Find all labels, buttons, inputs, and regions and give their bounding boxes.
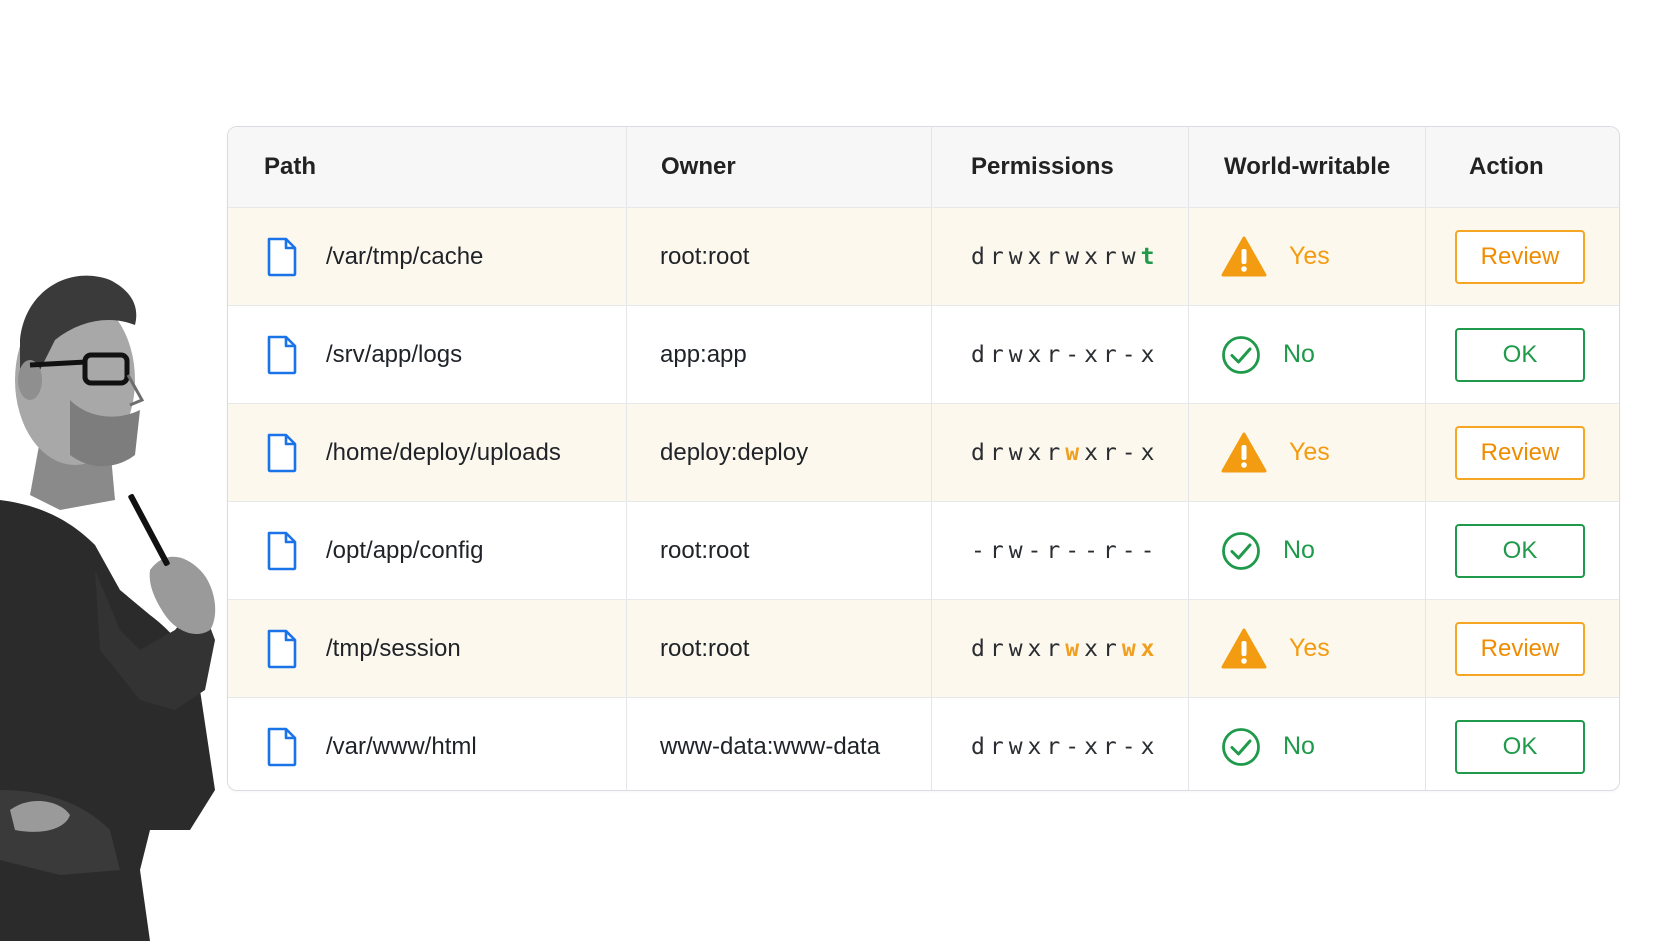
file-icon: [267, 433, 297, 472]
permission-segment: xr: [1084, 635, 1122, 662]
action-cell: OK: [1426, 502, 1619, 599]
thinking-person-illustration: [0, 275, 216, 941]
file-icon: [267, 531, 297, 570]
warning-icon: [1221, 236, 1267, 276]
world-writable-status: No: [1283, 732, 1315, 760]
permission-segment: -rw-r--r--: [971, 537, 1160, 564]
check-circle-icon: [1222, 335, 1260, 374]
file-icon: [267, 629, 297, 668]
file-icon: [267, 237, 297, 276]
owner-cell: root:root: [627, 502, 932, 599]
permission-segment: drwxrwxrw: [971, 243, 1141, 270]
review-button[interactable]: Review: [1455, 425, 1585, 480]
table-body: /var/tmp/cache root:root drwxrwxrw t Yes Revi…: [228, 208, 1619, 790]
ok-button[interactable]: OK: [1455, 327, 1585, 382]
owner-cell: deploy:deploy: [627, 404, 932, 501]
owner-cell: www-data:www-data: [627, 698, 932, 790]
permission-segment: xr-x: [1084, 439, 1160, 466]
warning-icon: [1221, 432, 1267, 472]
header-owner: Owner: [627, 127, 932, 207]
world-writable-cell: Yes: [1189, 208, 1426, 305]
world-writable-cell: No: [1189, 502, 1426, 599]
permissions-cell: -rw-r--r--: [932, 502, 1189, 599]
header-world-writable: World-writable: [1189, 127, 1426, 207]
action-cell: OK: [1426, 698, 1619, 790]
path-cell: /home/deploy/uploads: [228, 404, 627, 501]
header-action: Action: [1469, 153, 1544, 180]
world-writable-cell: No: [1189, 306, 1426, 403]
action-cell: OK: [1426, 306, 1619, 403]
path-text: /home/deploy/uploads: [326, 438, 561, 466]
table-row: /opt/app/config root:root -rw-r--r-- No OK: [228, 502, 1619, 600]
permissions-cell: drwxrwxrw t: [932, 208, 1189, 305]
table-row: /tmp/session root:root drwxr w xr wx Yes Review: [228, 600, 1619, 698]
permission-segment: drwxr: [971, 635, 1066, 662]
permission-segment: wx: [1121, 635, 1160, 662]
path-text: /var/tmp/cache: [326, 242, 484, 270]
world-writable-status: Yes: [1289, 634, 1330, 662]
review-button[interactable]: Review: [1455, 621, 1585, 676]
table-header: Path Owner Permissions World-writable Ac…: [228, 127, 1619, 208]
path-text: /opt/app/config: [326, 536, 484, 564]
permissions-cell: drwxr w xr-x: [932, 404, 1189, 501]
permissions-cell: drwxr-xr-x: [932, 306, 1189, 403]
ok-button[interactable]: OK: [1455, 523, 1585, 578]
permissions-cell: drwxr-xr-x: [932, 698, 1189, 790]
path-text: /tmp/session: [326, 634, 461, 662]
check-circle-icon: [1222, 727, 1260, 766]
permission-segment: drwxr: [971, 439, 1066, 466]
warning-icon: [1221, 628, 1267, 668]
world-writable-cell: Yes: [1189, 600, 1426, 697]
world-writable-status: Yes: [1289, 438, 1330, 466]
path-cell: /srv/app/logs: [228, 306, 627, 403]
table-row: /srv/app/logs app:app drwxr-xr-x No OK: [228, 306, 1619, 404]
owner-cell: root:root: [627, 208, 932, 305]
world-writable-status: Yes: [1289, 242, 1330, 270]
table-row: /var/www/html www-data:www-data drwxr-xr-x…: [228, 698, 1619, 790]
path-cell: /tmp/session: [228, 600, 627, 697]
permissions-cell: drwxr w xr wx: [932, 600, 1189, 697]
action-cell: Review: [1426, 404, 1619, 501]
path-cell: /opt/app/config: [228, 502, 627, 599]
permission-segment: w: [1065, 439, 1085, 466]
path-text: /srv/app/logs: [326, 340, 463, 368]
file-icon: [267, 335, 297, 374]
path-cell: /var/tmp/cache: [228, 208, 627, 305]
file-icon: [267, 727, 297, 766]
owner-cell: app:app: [627, 306, 932, 403]
permission-segment: drwxr-xr-x: [971, 733, 1160, 760]
path-cell: /var/www/html: [228, 698, 627, 790]
permission-segment: w: [1065, 635, 1085, 662]
header-permissions: Permissions: [932, 127, 1189, 207]
permission-segment: drwxr-xr-x: [971, 341, 1160, 368]
permission-segment: t: [1140, 243, 1160, 270]
table-row: /home/deploy/uploads deploy:deploy drwxr w x…: [228, 404, 1619, 502]
review-button[interactable]: Review: [1455, 229, 1585, 284]
path-text: /var/www/html: [326, 732, 477, 760]
world-writable-status: No: [1283, 536, 1315, 564]
owner-cell: root:root: [627, 600, 932, 697]
world-writable-cell: No: [1189, 698, 1426, 790]
header-path: Path: [228, 127, 627, 207]
ok-button[interactable]: OK: [1455, 719, 1585, 774]
table-row: /var/tmp/cache root:root drwxrwxrw t Yes Revi…: [228, 208, 1619, 306]
world-writable-cell: Yes: [1189, 404, 1426, 501]
check-circle-icon: [1222, 531, 1260, 570]
permissions-table: Path Owner Permissions World-writable Ac…: [227, 126, 1620, 791]
action-cell: Review: [1426, 600, 1619, 697]
world-writable-status: No: [1283, 340, 1315, 368]
action-cell: Review: [1426, 208, 1619, 305]
